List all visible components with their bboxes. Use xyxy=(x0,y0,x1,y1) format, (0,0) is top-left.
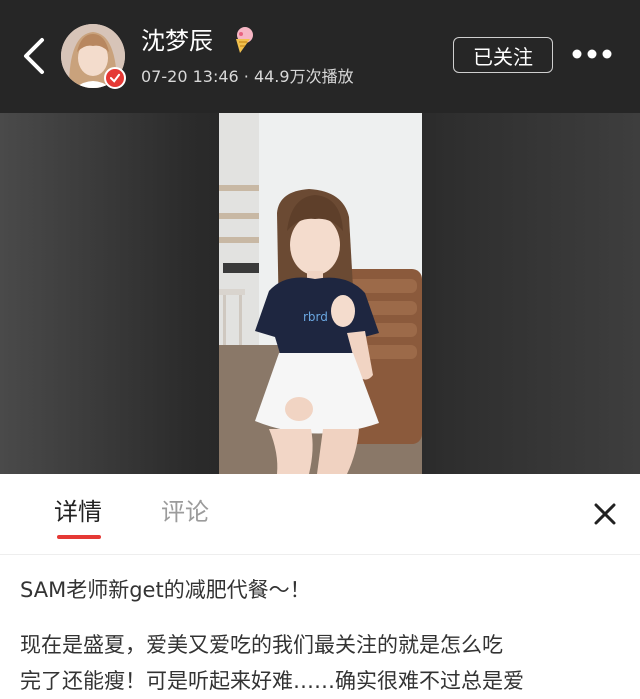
back-arrow-icon[interactable] xyxy=(18,36,52,76)
content-title: SAM老师新get的减肥代餐～！ xyxy=(20,578,311,602)
tab-details[interactable]: 详情 xyxy=(54,496,102,528)
more-dots-icon[interactable] xyxy=(570,44,614,64)
top-bar: 沈梦辰 07-20 13:46 · 44.9万次播放 已关注 xyxy=(0,0,640,113)
video-still: rbrd xyxy=(219,113,422,474)
content-body: 现在是盛夏，爱美又爱吃的我们最关注的就是怎么吃 完了还能瘦！可是听起来好难……确… xyxy=(20,627,620,699)
user-name[interactable]: 沈梦辰 xyxy=(141,26,213,56)
shirt-text: rbrd xyxy=(303,310,328,324)
body-line: 现在是盛夏，爱美又爱吃的我们最关注的就是怎么吃 xyxy=(20,633,503,657)
detail-sheet: 详情 评论 SAM老师新get的减肥代餐～！ 现在是盛夏，爱美又爱吃的我们最关注… xyxy=(0,474,640,696)
ice-cream-badge-icon xyxy=(236,27,253,53)
tab-comments[interactable]: 评论 xyxy=(161,496,209,528)
body-line: 完了还能瘦！可是听起来好难……确实很难不过总是爱 xyxy=(20,669,524,693)
active-tab-indicator xyxy=(57,535,101,539)
close-icon[interactable] xyxy=(592,501,618,527)
follow-button[interactable]: 已关注 xyxy=(453,37,553,73)
post-meta: 07-20 13:46 · 44.9万次播放 xyxy=(141,67,354,86)
tab-bar: 详情 评论 xyxy=(0,474,640,555)
verified-icon xyxy=(104,67,126,89)
video-frame[interactable]: rbrd xyxy=(219,113,422,474)
video-player[interactable]: rbrd xyxy=(0,113,640,474)
